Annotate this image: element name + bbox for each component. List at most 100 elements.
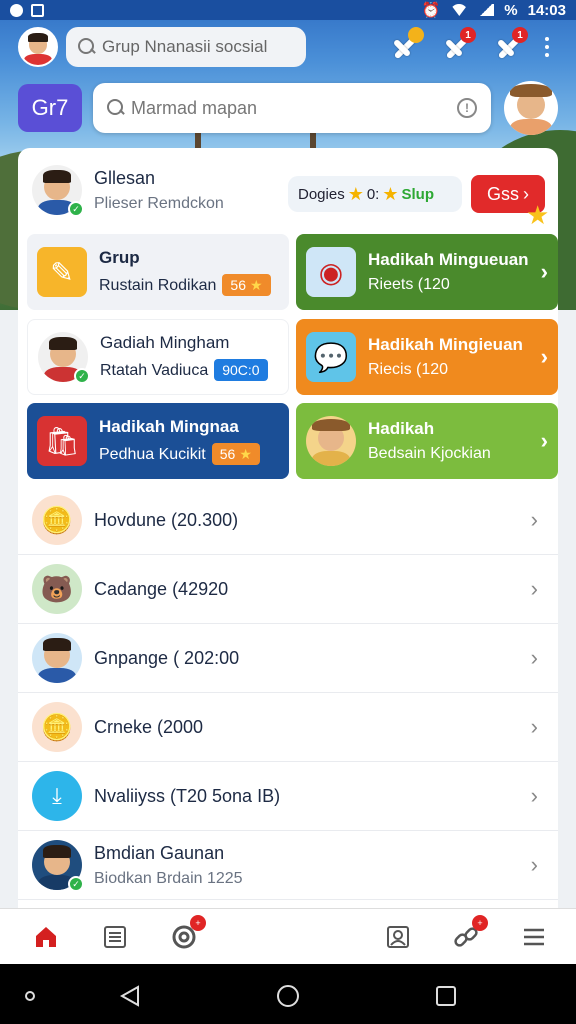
signal-icon [478,4,495,16]
chevron-right-icon: › [530,507,538,532]
points-pill: 90C:0 [214,359,268,381]
target-icon[interactable]: + [170,915,206,951]
tile-subtitle: Riecis (120 [368,361,449,378]
chevron-right-icon: › [530,783,538,808]
tile-subtitle: Pedhua Kucikit 56 ★ [99,443,279,465]
tile-title: Gadiah Mingham [100,333,230,352]
gss-label: Gss [486,183,519,204]
tile-grup[interactable]: ✎ Grup Rustain Rodikan 56 ★ [27,234,289,310]
star-icon: ★ [382,183,399,204]
more-options-icon[interactable] [544,37,550,57]
top-action-icons: 1 1 [388,27,558,63]
chevron-right-icon: › [540,259,548,284]
download-box-icon: ⤓ [32,771,82,821]
recents-icon[interactable] [435,985,457,1007]
list-item[interactable]: 🐻 Cadange (42920 › [18,555,558,624]
list-item[interactable]: ✓ Bmdian Gaunan Biodkan Brdain 1225 › [18,831,558,900]
bottom-nav: + + [0,908,576,964]
tools-badge [408,27,424,43]
tile-subtitle: Rieets (120 [368,276,450,293]
profile-name: Gllesan [94,167,156,188]
chevron-right-icon: › [530,852,538,877]
slup-label: Slup [401,185,435,203]
list-item-title: Nvaliiyss (T20 5ona IB) [94,785,281,806]
list-item[interactable]: 🪙 Hovdune (20.300) › [18,486,558,555]
home-circle-icon[interactable] [276,984,300,1008]
tile-hadikah[interactable]: Hadikah Bedsain Kjockian › [296,403,558,479]
back-icon[interactable] [118,984,142,1008]
system-nav-bar [0,964,576,1024]
chat-icon: 💬 [306,332,356,382]
status-bar: ⏰ % 14:03 [0,0,576,20]
list-item[interactable]: ⤓ Nvaliiyss (T20 5ona IB) › [18,762,558,831]
group-search-placeholder: Grup Nnanasii socsial [102,37,268,56]
list-item[interactable]: Gnpange ( 202:00 › [18,624,558,693]
chevron-right-icon: › [530,645,538,670]
tile-hadikah-mingieuan[interactable]: 💬 Hadikah Mingieuan Riecis (120 › [296,319,558,395]
link-icon[interactable]: + [452,915,488,951]
tile-title: Hadikah Mingueuan [368,250,529,269]
verified-icon: ✓ [68,201,84,217]
tile-hadikah-mingnaa[interactable]: 🛍 Hadikah Mingnaa Pedhua Kucikit 56 ★ [27,403,289,479]
info-icon[interactable]: ! [457,98,477,118]
points-pill: 56 ★ [222,274,271,296]
list-item[interactable]: 🪙 Crneke (2000 › [18,693,558,762]
chevron-right-icon: › [540,428,548,453]
tile-title: Hadikah Mingieuan [368,335,523,354]
map-search-input[interactable]: Marmad mapan ! [93,83,491,133]
tile-title: Hadikah [368,419,435,438]
menu-icon[interactable] [520,923,548,951]
user-avatar[interactable] [18,27,58,67]
chevron-right-icon: › [540,344,548,369]
avatar-face [20,29,56,65]
notification-icon [10,3,23,17]
chevron-right-icon: › [530,576,538,601]
list-item-subtitle: Biodkan Brdain 1225 [94,869,243,887]
avatar-face [504,81,558,135]
avatar: ✓ [32,840,84,892]
profile-row-avatar: ✓ [32,165,84,217]
list-icon[interactable] [101,923,129,951]
avatar: ✓ [38,332,90,384]
contact-icon[interactable] [384,923,412,951]
tools-icon[interactable]: 1 [440,27,476,63]
notification-badge-icon: + [190,915,206,931]
notification-badge-icon: + [472,915,488,931]
bear-icon: 🐻 [32,564,82,614]
home-icon[interactable] [32,923,60,951]
chevron-right-icon: › [530,714,538,739]
dogies-value: 0: [366,185,380,203]
tile-hadikah-mingueuan[interactable]: ◉ Hadikah Mingueuan Rieets (120 › [296,234,558,310]
dot-icon[interactable] [24,990,36,1002]
star-icon: ★ [526,200,550,230]
search-icon [107,99,125,117]
explorer-avatar-icon [306,416,356,466]
tools-icon[interactable] [388,27,424,63]
main-card: ✓ Gllesan Plieser Remdckon Dogies ★ 0: ★… [18,148,558,908]
tile-subtitle: Rustain Rodikan 56 ★ [99,274,279,296]
group-search-input[interactable]: Grup Nnanasii socsial [66,27,306,67]
status-time: 14:03 [527,1,566,19]
list-item-title: Gnpange ( 202:00 [94,647,240,668]
coin-stack-icon: 🪙 [32,495,82,545]
battery-text: % [504,1,518,19]
profile-avatar[interactable] [504,81,558,135]
coins-icon: 🪙 [32,702,82,752]
profile-subtitle: Plieser Remdckon [94,194,224,212]
top-bar: Grup Nnanasii socsial 1 1 [18,26,558,68]
ticket-icon: ✎ [37,247,87,297]
dogies-label: Dogies [298,185,345,203]
group-button[interactable]: Gr7 [18,84,82,132]
tools-badge: 1 [512,27,528,43]
tools-badge: 1 [460,27,476,43]
alarm-icon: ⏰ [421,2,441,19]
tools-icon[interactable]: 1 [492,27,528,63]
tile-gadiah-mingham[interactable]: ✓ Gadiah Mingham Rtatah Vadiuca 90C:0 [27,319,289,395]
tile-subtitle: Bedsain Kjockian [368,445,491,462]
verified-icon: ✓ [68,876,84,892]
avatar [32,633,82,683]
image-icon [31,3,44,17]
list-item-title: Hovdune (20.300) [94,509,239,530]
dogies-chip[interactable]: Dogies ★ 0: ★ Slup [288,176,462,212]
list-item-title: Crneke (2000 [94,716,204,737]
